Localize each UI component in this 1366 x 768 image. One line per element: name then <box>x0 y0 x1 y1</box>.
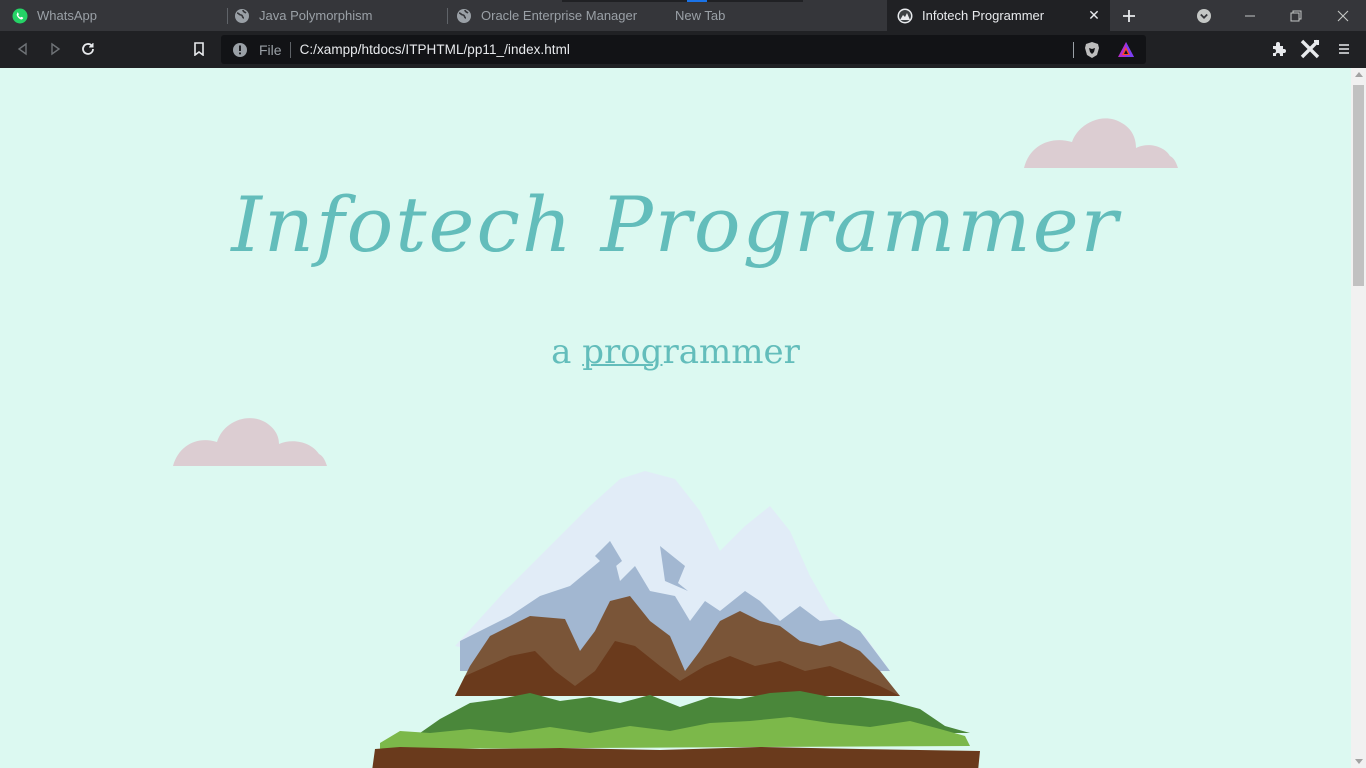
tab-search-button[interactable] <box>1191 3 1217 29</box>
extensions-button[interactable] <box>1266 36 1292 62</box>
restore-icon <box>1290 10 1302 22</box>
page-viewport: Infotech Programmer a programmer <box>0 68 1351 768</box>
site-favicon-icon <box>897 8 913 24</box>
globe-icon <box>456 8 472 24</box>
whatsapp-icon <box>12 8 28 24</box>
mountain-illustration <box>372 471 980 768</box>
back-button[interactable] <box>10 36 36 62</box>
tab-strip: WhatsApp Java Polymorphism Oracle Enterp… <box>0 0 1366 31</box>
plus-icon <box>1123 10 1135 22</box>
chevron-down-circle-icon <box>1197 9 1211 23</box>
tab-new-tab[interactable]: New Tab <box>668 0 884 31</box>
hamburger-menu-icon <box>1339 44 1349 54</box>
bookmark-icon <box>194 42 204 56</box>
tab-title: Oracle Enterprise Manager <box>481 8 638 23</box>
menu-button[interactable] <box>1331 36 1357 62</box>
tab-close-icon[interactable]: ✕ <box>1086 7 1102 23</box>
browser-toolbar: File C:/xampp/htdocs/ITPHTML/pp11_/index… <box>0 31 1366 68</box>
close-icon <box>1337 10 1349 22</box>
new-tab-button[interactable] <box>1116 3 1142 29</box>
brave-rewards-icon[interactable] <box>1117 41 1135 59</box>
tab-title: Infotech Programmer <box>922 8 1045 23</box>
url-text[interactable]: C:/xampp/htdocs/ITPHTML/pp11_/index.html <box>300 42 570 57</box>
subtitle-prefix: a <box>551 332 583 372</box>
tab-infotech-programmer[interactable]: Infotech Programmer ✕ <box>887 0 1110 31</box>
forward-button[interactable] <box>42 36 68 62</box>
close-window-button[interactable] <box>1330 3 1356 29</box>
omnibox-divider <box>1073 42 1074 58</box>
cloud-left <box>173 418 327 466</box>
page-scrollbar[interactable] <box>1351 68 1366 768</box>
url-scheme-label: File <box>259 41 282 58</box>
cloud-right <box>1024 118 1178 168</box>
puzzle-icon <box>1273 42 1286 56</box>
x-extension-icon <box>1300 39 1320 59</box>
minimize-button[interactable] <box>1237 3 1263 29</box>
tab-title: Java Polymorphism <box>259 8 373 23</box>
back-arrow-icon <box>17 42 27 56</box>
scroll-up-arrow-icon[interactable] <box>1355 72 1363 77</box>
site-subtitle: a programmer <box>0 332 1351 372</box>
tab-java-polymorphism[interactable]: Java Polymorphism <box>228 0 446 31</box>
scroll-thumb[interactable] <box>1353 85 1364 286</box>
reload-icon <box>82 43 94 55</box>
forward-arrow-icon <box>51 42 61 56</box>
site-title: Infotech Programmer <box>231 180 1120 269</box>
reload-button[interactable] <box>75 36 101 62</box>
tab-oracle-enterprise-manager[interactable]: Oracle Enterprise Manager <box>448 0 666 31</box>
brave-shields-icon[interactable] <box>1083 41 1101 59</box>
tab-title: New Tab <box>675 8 726 23</box>
scroll-down-arrow-icon[interactable] <box>1355 759 1363 764</box>
subtitle-underlined-text: prog <box>582 332 663 372</box>
subtitle-rest: rammer <box>662 332 800 372</box>
extension-x-button[interactable] <box>1297 36 1323 62</box>
url-divider <box>289 41 291 58</box>
tab-title: WhatsApp <box>37 8 97 23</box>
restore-button[interactable] <box>1283 3 1309 29</box>
minimize-icon <box>1245 15 1255 17</box>
info-icon[interactable] <box>232 42 248 58</box>
tab-whatsapp[interactable]: WhatsApp <box>4 0 226 31</box>
address-bar[interactable]: File C:/xampp/htdocs/ITPHTML/pp11_/index… <box>221 35 1146 64</box>
globe-icon <box>234 8 250 24</box>
bookmark-button[interactable] <box>186 36 212 62</box>
